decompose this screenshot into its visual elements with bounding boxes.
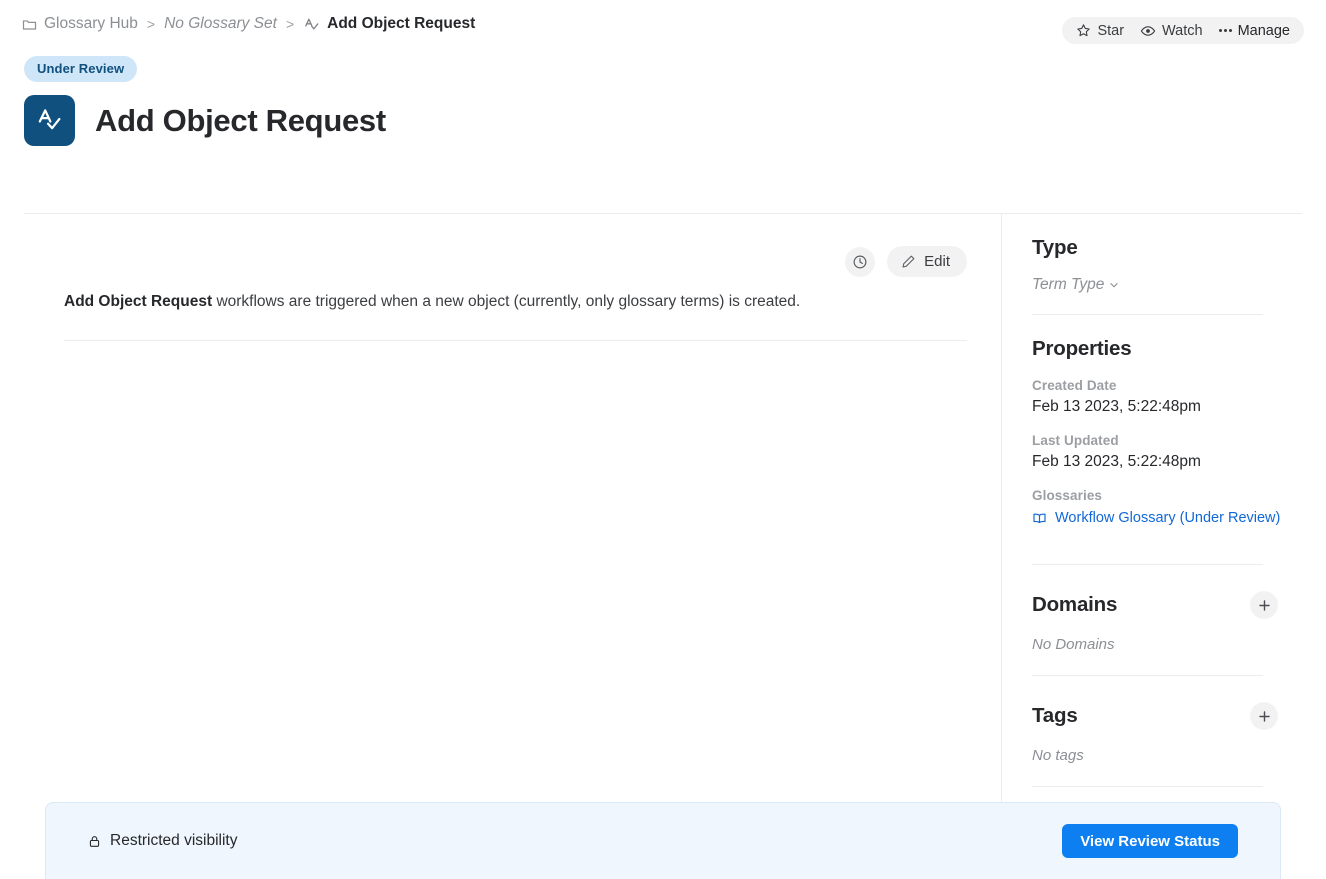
plus-icon	[1258, 710, 1270, 722]
tags-section: Tags No tags	[1032, 702, 1302, 764]
view-review-status-button[interactable]: View Review Status	[1062, 824, 1238, 858]
properties-divider	[1032, 564, 1263, 565]
lock-icon	[87, 834, 102, 849]
workflow-app-icon	[24, 95, 75, 146]
content-toolbar: Edit	[845, 246, 967, 277]
workflow-icon	[303, 16, 320, 33]
breadcrumb-separator: >	[146, 16, 156, 32]
ellipsis-icon	[1218, 29, 1232, 32]
type-value-label: Term Type	[1032, 276, 1105, 293]
page-header: Under Review Add Object Request	[0, 56, 1326, 146]
domains-empty-text: No Domains	[1032, 636, 1115, 653]
star-label: Star	[1097, 22, 1125, 39]
type-divider	[1032, 314, 1263, 315]
add-tag-button[interactable]	[1250, 702, 1278, 730]
type-select[interactable]: Term Type	[1032, 276, 1120, 294]
star-button[interactable]: Star	[1068, 17, 1132, 44]
sidebar-divider	[1001, 214, 1002, 879]
pencil-icon	[901, 254, 916, 269]
edit-label: Edit	[924, 253, 950, 270]
add-domain-button[interactable]	[1250, 591, 1278, 619]
title-row: Add Object Request	[24, 95, 1326, 146]
last-updated-label: Last Updated	[1032, 433, 1119, 448]
tags-empty-text: No tags	[1032, 747, 1084, 764]
properties-heading: Properties	[1032, 337, 1132, 360]
breadcrumb-separator: >	[285, 16, 295, 32]
chevron-down-icon	[1108, 279, 1120, 291]
watch-button[interactable]: Watch	[1132, 17, 1211, 44]
visibility-label: Restricted visibility	[110, 832, 238, 849]
status-badge: Under Review	[24, 56, 138, 82]
properties-section: Properties Created Date Feb 13 2023, 5:2…	[1032, 337, 1302, 526]
type-heading: Type	[1032, 236, 1078, 259]
book-icon	[1032, 511, 1047, 526]
glossary-link-label: Workflow Glossary (Under Review)	[1055, 510, 1281, 526]
glossary-link[interactable]: Workflow Glossary (Under Review)	[1032, 510, 1302, 526]
description-bold: Add Object Request	[64, 293, 213, 310]
folder-icon	[22, 17, 37, 32]
restricted-visibility-bar: Restricted visibility View Review Status	[45, 802, 1281, 879]
breadcrumb-label: Glossary Hub	[44, 15, 138, 32]
star-icon	[1076, 23, 1091, 38]
last-updated-value: Feb 13 2023, 5:22:48pm	[1032, 453, 1201, 470]
created-date-value: Feb 13 2023, 5:22:48pm	[1032, 398, 1201, 415]
tags-divider	[1032, 786, 1263, 787]
watch-label: Watch	[1162, 22, 1203, 39]
glossaries-label: Glossaries	[1032, 488, 1103, 503]
description-rest: workflows are triggered when a new objec…	[212, 293, 801, 310]
domains-section: Domains No Domains	[1032, 591, 1302, 653]
plus-icon	[1258, 599, 1270, 611]
top-bar: Glossary Hub > No Glossary Set > Add Obj…	[0, 0, 1326, 56]
domains-heading: Domains	[1032, 593, 1118, 616]
manage-label: Manage	[1237, 22, 1290, 39]
breadcrumb-label: No Glossary Set	[164, 15, 277, 32]
top-actions-group: Star Watch Manage	[1062, 17, 1304, 44]
main-content: Edit Add Object Request workflows are tr…	[24, 214, 1001, 879]
eye-icon	[1140, 23, 1156, 39]
history-button[interactable]	[845, 246, 876, 277]
page-title: Add Object Request	[95, 102, 386, 138]
edit-button[interactable]: Edit	[887, 246, 967, 277]
breadcrumb-item-glossary-hub[interactable]: Glossary Hub	[22, 15, 138, 33]
breadcrumb-item-add-object-request[interactable]: Add Object Request	[303, 15, 475, 33]
description-divider	[64, 340, 967, 341]
breadcrumb-label: Add Object Request	[327, 15, 476, 32]
created-date-label: Created Date	[1032, 378, 1117, 393]
domains-header-row: Domains	[1032, 591, 1302, 619]
details-sidebar: Type Term Type Properties Created Date F…	[1032, 236, 1302, 787]
tags-heading: Tags	[1032, 704, 1078, 727]
breadcrumb: Glossary Hub > No Glossary Set > Add Obj…	[22, 15, 475, 33]
description-text: Add Object Request workflows are trigger…	[64, 291, 969, 313]
breadcrumb-item-no-glossary-set[interactable]: No Glossary Set	[164, 15, 277, 33]
clock-icon	[852, 254, 868, 270]
tags-header-row: Tags	[1032, 702, 1302, 730]
manage-button[interactable]: Manage	[1211, 17, 1298, 44]
visibility-note: Restricted visibility	[87, 832, 237, 850]
domains-divider	[1032, 675, 1263, 676]
page-root: Glossary Hub > No Glossary Set > Add Obj…	[0, 0, 1326, 879]
